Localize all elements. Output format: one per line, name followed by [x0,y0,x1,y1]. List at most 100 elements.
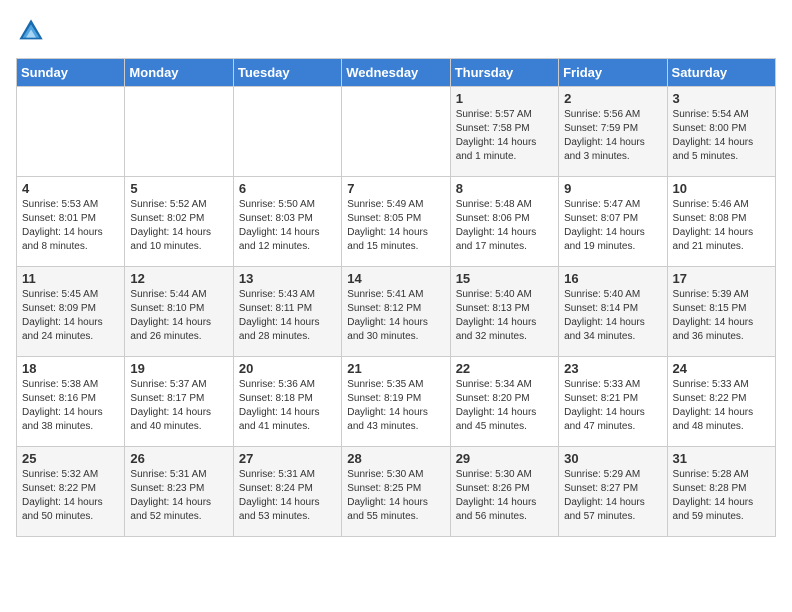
day-info: Sunrise: 5:35 AM Sunset: 8:19 PM Dayligh… [347,378,444,434]
day-number: 27 [239,451,336,466]
day-cell: 9Sunrise: 5:47 AM Sunset: 8:07 PM Daylig… [559,177,667,267]
day-cell: 1 Sunrise: 5:57 AM Sunset: 7:58 PM Daylig… [450,87,558,177]
day-info: Sunrise: 5:31 AM Sunset: 8:23 PM Dayligh… [130,468,227,524]
day-number: 28 [347,451,444,466]
day-info: Sunrise: 5:41 AM Sunset: 8:12 PM Dayligh… [347,288,444,344]
day-cell: 14 Sunrise: 5:41 AM Sunset: 8:12 PM Dayli… [342,267,450,357]
day-info: Sunrise: 5:48 AM Sunset: 8:06 PM Dayligh… [456,198,553,254]
day-info: Sunrise: 5:36 AM Sunset: 8:18 PM Dayligh… [239,378,336,434]
day-cell: 13 Sunrise: 5:43 AM Sunset: 8:11 PM Dayli… [233,267,341,357]
day-cell: 12 Sunrise: 5:44 AM Sunset: 8:10 PM Dayli… [125,267,233,357]
day-number: 21 [347,361,444,376]
day-info: Sunrise: 5:39 AM Sunset: 8:15 PM Dayligh… [673,288,770,344]
week-row-3: 11 Sunrise: 5:45 AM Sunset: 8:09 PM Dayli… [17,267,776,357]
day-number: 18 [22,361,119,376]
day-number: 29 [456,451,553,466]
day-cell: 19Sunrise: 5:37 AM Sunset: 8:17 PM Dayli… [125,357,233,447]
header-cell-thursday: Thursday [450,59,558,87]
day-cell: 2 Sunrise: 5:56 AM Sunset: 7:59 PM Daylig… [559,87,667,177]
day-info: Sunrise: 5:33 AM Sunset: 8:21 PM Dayligh… [564,378,661,434]
day-number: 23 [564,361,661,376]
header-cell-friday: Friday [559,59,667,87]
header-cell-tuesday: Tuesday [233,59,341,87]
day-info: Sunrise: 5:29 AM Sunset: 8:27 PM Dayligh… [564,468,661,524]
day-number: 12 [130,271,227,286]
day-cell [342,87,450,177]
day-info: Sunrise: 5:40 AM Sunset: 8:14 PM Dayligh… [564,288,661,344]
day-cell [125,87,233,177]
day-number: 2 [564,91,661,106]
day-info: Sunrise: 5:31 AM Sunset: 8:24 PM Dayligh… [239,468,336,524]
day-number: 7 [347,181,444,196]
day-info: Sunrise: 5:40 AM Sunset: 8:13 PM Dayligh… [456,288,553,344]
day-cell [233,87,341,177]
day-cell: 16 Sunrise: 5:40 AM Sunset: 8:14 PM Dayli… [559,267,667,357]
week-row-1: 1 Sunrise: 5:57 AM Sunset: 7:58 PM Daylig… [17,87,776,177]
day-cell: 5Sunrise: 5:52 AM Sunset: 8:02 PM Daylig… [125,177,233,267]
header-cell-sunday: Sunday [17,59,125,87]
week-row-2: 4 Sunrise: 5:53 AM Sunset: 8:01 PM Daylig… [17,177,776,267]
day-number: 30 [564,451,661,466]
day-info: Sunrise: 5:44 AM Sunset: 8:10 PM Dayligh… [130,288,227,344]
day-number: 14 [347,271,444,286]
day-cell [17,87,125,177]
day-cell: 27 Sunrise: 5:31 AM Sunset: 8:24 PM Dayli… [233,447,341,537]
day-cell: 8Sunrise: 5:48 AM Sunset: 8:06 PM Daylig… [450,177,558,267]
day-number: 16 [564,271,661,286]
page-header [16,16,776,46]
calendar-table: SundayMondayTuesdayWednesdayThursdayFrid… [16,58,776,537]
day-info: Sunrise: 5:43 AM Sunset: 8:11 PM Dayligh… [239,288,336,344]
day-cell: 7 Sunrise: 5:49 AM Sunset: 8:05 PM Daylig… [342,177,450,267]
day-cell: 29 Sunrise: 5:30 AM Sunset: 8:26 PM Dayli… [450,447,558,537]
day-number: 1 [456,91,553,106]
day-number: 11 [22,271,119,286]
day-number: 4 [22,181,119,196]
week-row-4: 18 Sunrise: 5:38 AM Sunset: 8:16 PM Dayli… [17,357,776,447]
logo-icon [16,16,46,46]
day-info: Sunrise: 5:45 AM Sunset: 8:09 PM Dayligh… [22,288,119,344]
day-cell: 18 Sunrise: 5:38 AM Sunset: 8:16 PM Dayli… [17,357,125,447]
day-cell: 28Sunrise: 5:30 AM Sunset: 8:25 PM Dayli… [342,447,450,537]
day-cell: 31 Sunrise: 5:28 AM Sunset: 8:28 PM Dayli… [667,447,775,537]
day-info: Sunrise: 5:53 AM Sunset: 8:01 PM Dayligh… [22,198,119,254]
day-number: 24 [673,361,770,376]
day-number: 25 [22,451,119,466]
day-number: 17 [673,271,770,286]
day-info: Sunrise: 5:46 AM Sunset: 8:08 PM Dayligh… [673,198,770,254]
day-cell: 24 Sunrise: 5:33 AM Sunset: 8:22 PM Dayli… [667,357,775,447]
header-cell-wednesday: Wednesday [342,59,450,87]
day-cell: 3 Sunrise: 5:54 AM Sunset: 8:00 PM Daylig… [667,87,775,177]
week-row-5: 25Sunrise: 5:32 AM Sunset: 8:22 PM Dayli… [17,447,776,537]
day-info: Sunrise: 5:54 AM Sunset: 8:00 PM Dayligh… [673,108,770,164]
day-number: 20 [239,361,336,376]
day-cell: 20 Sunrise: 5:36 AM Sunset: 8:18 PM Dayli… [233,357,341,447]
day-number: 6 [239,181,336,196]
header-cell-saturday: Saturday [667,59,775,87]
day-info: Sunrise: 5:57 AM Sunset: 7:58 PM Dayligh… [456,108,553,164]
day-cell: 23 Sunrise: 5:33 AM Sunset: 8:21 PM Dayli… [559,357,667,447]
day-info: Sunrise: 5:49 AM Sunset: 8:05 PM Dayligh… [347,198,444,254]
day-cell: 26 Sunrise: 5:31 AM Sunset: 8:23 PM Dayli… [125,447,233,537]
day-info: Sunrise: 5:38 AM Sunset: 8:16 PM Dayligh… [22,378,119,434]
day-number: 3 [673,91,770,106]
day-info: Sunrise: 5:33 AM Sunset: 8:22 PM Dayligh… [673,378,770,434]
day-number: 22 [456,361,553,376]
day-number: 26 [130,451,227,466]
day-info: Sunrise: 5:52 AM Sunset: 8:02 PM Dayligh… [130,198,227,254]
day-info: Sunrise: 5:50 AM Sunset: 8:03 PM Dayligh… [239,198,336,254]
header-row: SundayMondayTuesdayWednesdayThursdayFrid… [17,59,776,87]
day-cell: 11 Sunrise: 5:45 AM Sunset: 8:09 PM Dayli… [17,267,125,357]
day-number: 19 [130,361,227,376]
day-cell: 21 Sunrise: 5:35 AM Sunset: 8:19 PM Dayli… [342,357,450,447]
day-info: Sunrise: 5:30 AM Sunset: 8:26 PM Dayligh… [456,468,553,524]
header-cell-monday: Monday [125,59,233,87]
day-number: 15 [456,271,553,286]
day-cell: 4 Sunrise: 5:53 AM Sunset: 8:01 PM Daylig… [17,177,125,267]
day-info: Sunrise: 5:47 AM Sunset: 8:07 PM Dayligh… [564,198,661,254]
day-cell: 10Sunrise: 5:46 AM Sunset: 8:08 PM Dayli… [667,177,775,267]
day-cell: 25Sunrise: 5:32 AM Sunset: 8:22 PM Dayli… [17,447,125,537]
day-number: 31 [673,451,770,466]
day-info: Sunrise: 5:56 AM Sunset: 7:59 PM Dayligh… [564,108,661,164]
day-number: 13 [239,271,336,286]
day-info: Sunrise: 5:28 AM Sunset: 8:28 PM Dayligh… [673,468,770,524]
